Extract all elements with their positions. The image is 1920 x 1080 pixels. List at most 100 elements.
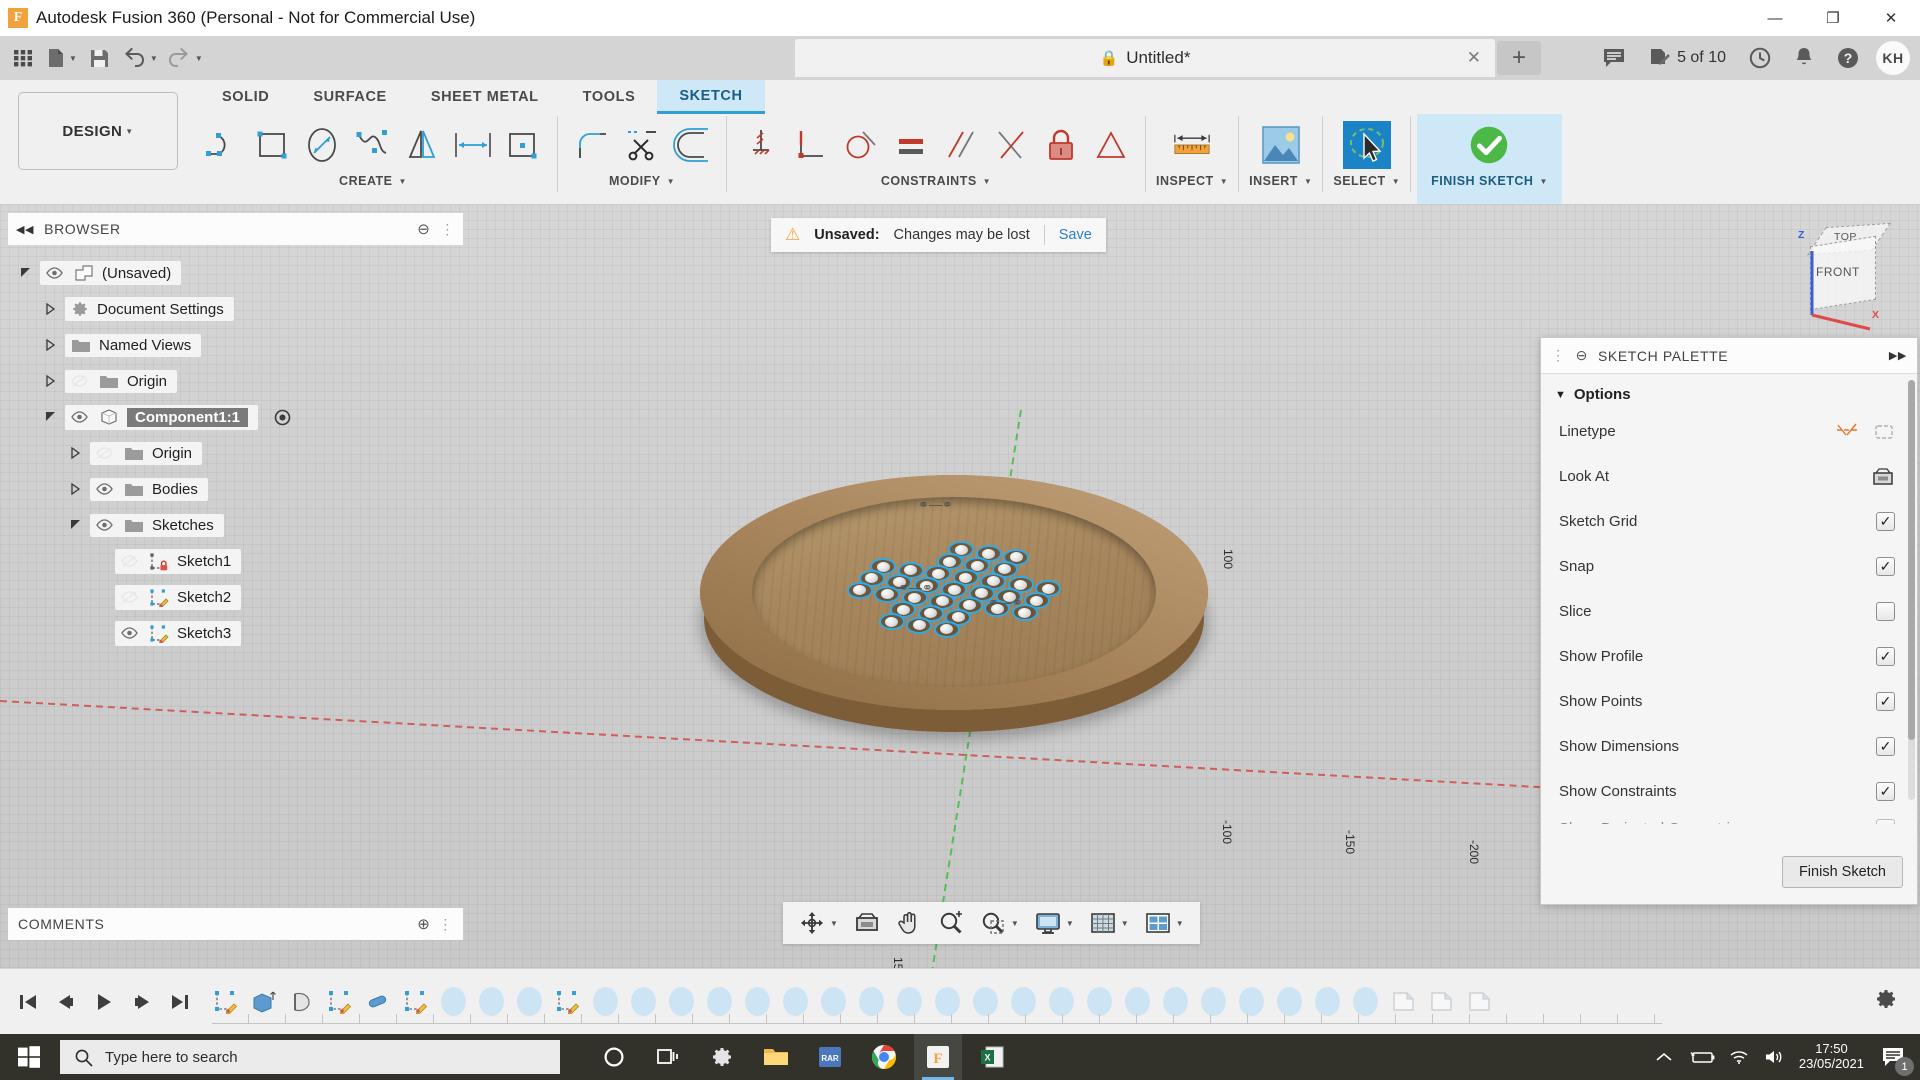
visibility-eye-icon[interactable] bbox=[96, 519, 116, 531]
tab-solid[interactable]: SOLID bbox=[200, 80, 291, 114]
board-hole-sketch-point[interactable] bbox=[933, 620, 960, 638]
construction-linetype-icon[interactable] bbox=[1835, 422, 1859, 442]
grid-snaps-icon[interactable]: ▼ bbox=[1084, 906, 1135, 940]
expander-triangle-icon[interactable] bbox=[45, 303, 59, 315]
select-tool-icon[interactable] bbox=[1340, 118, 1394, 172]
timeline-feature-pending[interactable] bbox=[516, 987, 543, 1016]
browser-node-unsaved[interactable]: (Unsaved) bbox=[20, 255, 460, 291]
minimize-button[interactable]: — bbox=[1746, 0, 1804, 36]
file-explorer-icon[interactable] bbox=[752, 1034, 800, 1080]
timeline-settings-gear-icon[interactable] bbox=[1874, 987, 1898, 1011]
show-hidden-icons[interactable] bbox=[1655, 1050, 1673, 1064]
avatar[interactable]: KH bbox=[1876, 41, 1910, 75]
options-section-header[interactable]: ▼ Options bbox=[1541, 374, 1917, 409]
palette-row-show-projected-geometries[interactable]: Show Projected Geometries ✓ bbox=[1541, 814, 1917, 824]
ribbon-group-constraints-label[interactable]: CONSTRAINTS ▼ bbox=[881, 174, 991, 188]
symmetry-constraint-icon[interactable] bbox=[1087, 118, 1135, 172]
palette-row-show-dimensions[interactable]: Show Dimensions ✓ bbox=[1541, 724, 1917, 769]
finish-sketch-button[interactable]: Finish Sketch bbox=[1781, 856, 1903, 888]
timeline-feature-pending[interactable] bbox=[706, 987, 733, 1016]
timeline-feature-pending[interactable] bbox=[1238, 987, 1265, 1016]
point-rectangle-tool-icon[interactable] bbox=[499, 118, 547, 172]
checkbox-show-points[interactable]: ✓ bbox=[1876, 692, 1895, 711]
look-at-button-icon[interactable] bbox=[1871, 467, 1895, 487]
close-tab-icon[interactable]: ✕ bbox=[1467, 48, 1481, 68]
tab-sheet-metal[interactable]: SHEET METAL bbox=[409, 80, 561, 114]
timeline-feature-chamfer-pending[interactable] bbox=[1466, 988, 1493, 1015]
palette-row-snap[interactable]: Snap ✓ bbox=[1541, 544, 1917, 589]
timeline-feature-revolve-feature[interactable] bbox=[288, 988, 315, 1015]
browser-node-pill[interactable]: Origin bbox=[90, 441, 203, 465]
orbit-icon[interactable]: ▼ bbox=[793, 906, 844, 940]
cortana-icon[interactable] bbox=[590, 1034, 638, 1080]
timeline-feature-chamfer-pending[interactable] bbox=[1390, 988, 1417, 1015]
notification-center-icon[interactable]: 1 bbox=[1878, 1042, 1914, 1076]
ribbon-group-inspect-label[interactable]: INSPECT ▼ bbox=[1156, 174, 1228, 188]
timeline-feature-pending[interactable] bbox=[782, 987, 809, 1016]
comments-panel-header[interactable]: COMMENTS ⊕ ⋮ bbox=[8, 908, 463, 940]
timeline-feature-pending[interactable] bbox=[744, 987, 771, 1016]
timeline-feature-pending[interactable] bbox=[1010, 987, 1037, 1016]
timeline-feature-pending[interactable] bbox=[478, 987, 505, 1016]
checkbox-slice[interactable] bbox=[1876, 602, 1895, 621]
history-clock-icon[interactable] bbox=[1742, 40, 1778, 76]
timeline-feature-sketch-feature[interactable] bbox=[554, 988, 581, 1015]
timeline-feature-pending[interactable] bbox=[1124, 987, 1151, 1016]
minimize-panel-icon[interactable]: ⊖ bbox=[417, 220, 430, 238]
minimize-palette-icon[interactable]: ⊖ bbox=[1576, 347, 1588, 364]
winrar-icon[interactable]: RAR bbox=[806, 1034, 854, 1080]
display-settings-icon[interactable]: ▼ bbox=[1029, 906, 1080, 940]
visibility-eye-icon[interactable] bbox=[46, 267, 66, 279]
fit-icon[interactable]: ▼ bbox=[974, 906, 1025, 940]
palette-row-slice[interactable]: Slice bbox=[1541, 589, 1917, 634]
ribbon-group-modify-label[interactable]: MODIFY ▼ bbox=[609, 174, 675, 188]
activate-component-radio[interactable] bbox=[274, 409, 291, 426]
parallel-constraint-icon[interactable] bbox=[937, 118, 985, 172]
timeline-feature-sketch-feature[interactable] bbox=[402, 988, 429, 1015]
checkbox-sketch-grid[interactable]: ✓ bbox=[1876, 512, 1895, 531]
palette-row-linetype[interactable]: Linetype bbox=[1541, 409, 1917, 454]
settings-icon[interactable] bbox=[698, 1034, 746, 1080]
ribbon-group-create-label[interactable]: CREATE ▼ bbox=[339, 174, 407, 188]
volume-icon[interactable] bbox=[1763, 1048, 1785, 1066]
insert-image-tool-icon[interactable] bbox=[1257, 118, 1305, 172]
close-button[interactable]: ✕ bbox=[1862, 0, 1920, 36]
step-forward-button[interactable] bbox=[132, 992, 152, 1012]
tab-tools[interactable]: TOOLS bbox=[561, 80, 658, 114]
timeline-feature-pending[interactable] bbox=[1048, 987, 1075, 1016]
expander-triangle-icon[interactable] bbox=[20, 267, 34, 279]
visibility-eye-icon[interactable] bbox=[96, 483, 116, 495]
pan-hand-icon[interactable] bbox=[890, 906, 928, 940]
undo-icon[interactable]: ▼ bbox=[119, 40, 162, 76]
timeline-track[interactable] bbox=[212, 974, 1920, 1030]
panel-resize-handle[interactable]: ⋮ bbox=[440, 221, 455, 238]
browser-node-bodies[interactable]: Bodies bbox=[20, 471, 460, 507]
checkbox-show-profile[interactable]: ✓ bbox=[1876, 647, 1895, 666]
timeline-feature-pending[interactable] bbox=[630, 987, 657, 1016]
timeline-feature-pending[interactable] bbox=[592, 987, 619, 1016]
checkbox-show-dimensions[interactable]: ✓ bbox=[1876, 737, 1895, 756]
ribbon-group-finish-label[interactable]: FINISH SKETCH ▼ bbox=[1431, 174, 1548, 188]
timeline-feature-sketch-feature[interactable] bbox=[326, 988, 353, 1015]
browser-node-document-settings[interactable]: Document Settings bbox=[20, 291, 460, 327]
apps-grid-icon[interactable] bbox=[6, 40, 40, 76]
spline-tool-icon[interactable] bbox=[349, 118, 397, 172]
tangent-constraint-icon[interactable] bbox=[837, 118, 885, 172]
fillet-tool-icon[interactable] bbox=[568, 118, 616, 172]
offset-tool-icon[interactable] bbox=[668, 118, 716, 172]
expander-triangle-icon[interactable] bbox=[45, 339, 59, 351]
visibility-eye-icon[interactable] bbox=[71, 411, 91, 423]
look-at-icon[interactable] bbox=[848, 906, 886, 940]
browser-node-pill[interactable]: Sketches bbox=[90, 513, 224, 537]
browser-node-sketch2[interactable]: Sketch2 bbox=[20, 579, 460, 615]
expander-triangle-icon[interactable] bbox=[70, 519, 84, 531]
edits-counter[interactable]: 5 of 10 bbox=[1642, 40, 1732, 76]
taskbar-clock[interactable]: 17:50 23/05/2021 bbox=[1799, 1041, 1864, 1072]
timeline-feature-pending[interactable] bbox=[668, 987, 695, 1016]
ribbon-group-select-label[interactable]: SELECT ▼ bbox=[1333, 174, 1400, 188]
timeline-feature-pending[interactable] bbox=[858, 987, 885, 1016]
browser-node-named-views[interactable]: Named Views bbox=[20, 327, 460, 363]
expander-triangle-icon[interactable] bbox=[45, 411, 59, 423]
browser-node-pill[interactable]: Named Views bbox=[65, 333, 202, 357]
palette-row-sketch-grid[interactable]: Sketch Grid ✓ bbox=[1541, 499, 1917, 544]
